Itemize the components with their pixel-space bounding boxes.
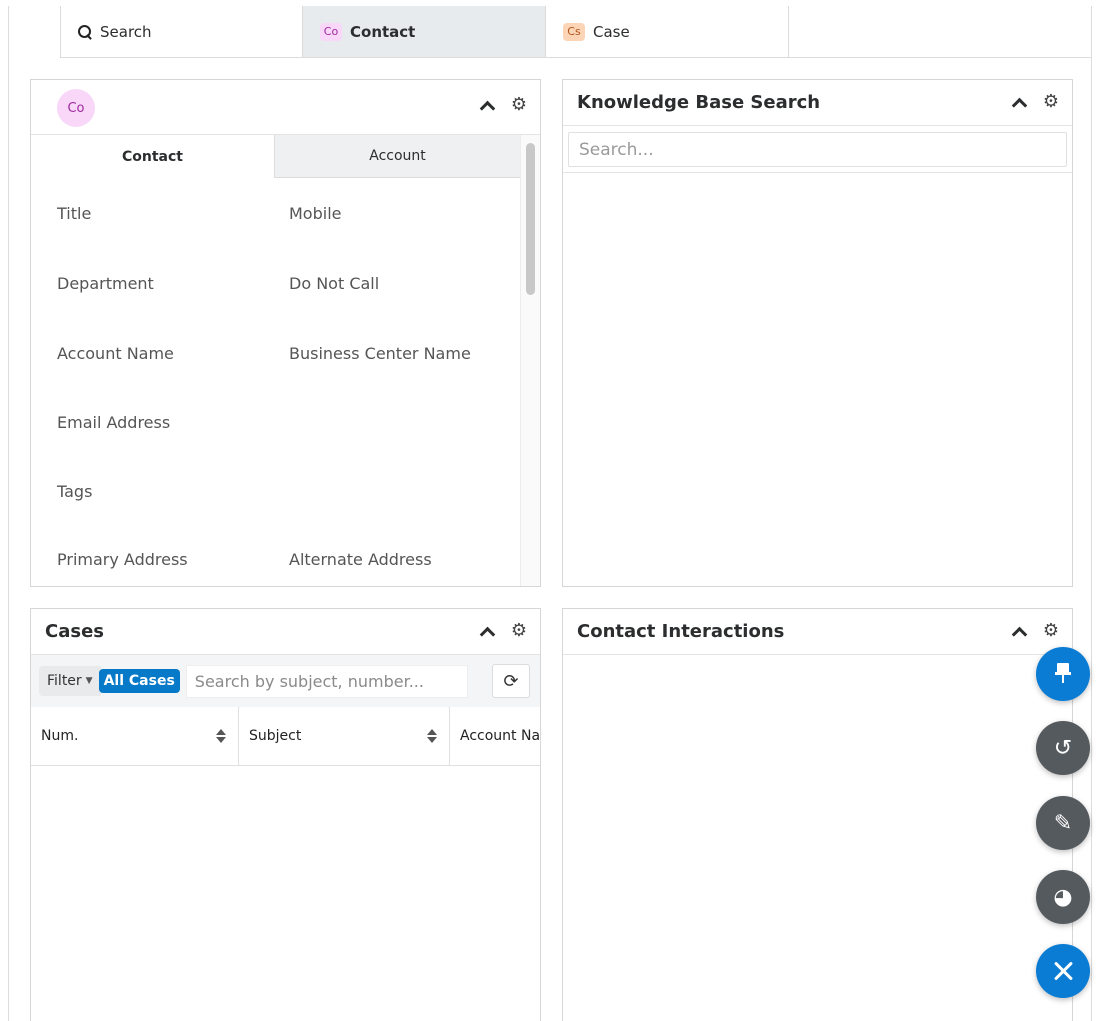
tab-case-label: Case [593,22,630,41]
divider [563,172,1072,173]
console-tabbar: Search Co Contact Cs Case [60,6,789,58]
interactions-dashlet-header: Contact Interactions ⚙ [563,609,1072,655]
cases-toolbar: Filter ▼ All Cases Search by subject, nu… [31,655,540,707]
gear-icon[interactable]: ⚙ [510,622,528,640]
close-button[interactable] [1036,944,1090,998]
kb-dashlet: Knowledge Base Search ⚙ Search... [562,79,1073,587]
column-header-account[interactable]: Account Na [450,707,540,765]
chevron-up-icon[interactable] [1010,93,1028,111]
field-label: Do Not Call [289,274,380,293]
search-icon [78,24,92,39]
refresh-icon: ⟳ [503,670,519,692]
cases-title: Cases [45,621,104,642]
column-label: Account Na [460,728,540,744]
gear-icon[interactable]: ⚙ [510,96,528,114]
chevron-up-icon[interactable] [478,622,496,640]
interactions-dashlet: Contact Interactions ⚙ [562,608,1073,1021]
kb-title: Knowledge Base Search [577,92,821,113]
subtab-account[interactable]: Account [275,135,520,178]
edit-button[interactable]: ✎ [1036,796,1090,850]
field-label: Email Address [57,413,171,432]
gear-icon[interactable]: ⚙ [1042,93,1060,111]
contact-fields: Title Mobile Department Do Not Call Acco… [31,178,540,585]
column-label: Subject [249,728,302,744]
field-label: Business Center Name [289,344,471,363]
contact-dashlet: Co ⚙ Contact Account Title Mobile Depart… [30,79,541,587]
field-label: Alternate Address [289,550,432,569]
sort-icon [216,729,226,743]
tabbar-divider [789,57,1091,58]
filter-value-pill[interactable]: All Cases [98,669,180,693]
undo-button[interactable]: ↺ [1036,721,1090,775]
field-label: Mobile [289,204,342,223]
case-badge: Cs [563,22,585,41]
field-label: Primary Address [57,550,188,569]
filter-label: Filter [47,673,82,689]
kb-dashlet-header: Knowledge Base Search ⚙ [563,80,1072,126]
close-icon [1052,960,1074,982]
subtab-contact[interactable]: Contact [31,135,275,178]
pin-button[interactable] [1036,647,1090,701]
contact-subtabs: Contact Account [31,135,540,178]
cases-table-header: Num. Subject Account Na [31,707,540,766]
interactions-title: Contact Interactions [577,621,785,642]
field-row: Email Address [57,413,497,432]
filter-dropdown[interactable]: Filter ▼ [39,666,101,696]
field-row: Department Do Not Call [57,274,497,293]
field-label: Department [57,274,154,293]
caret-down-icon: ▼ [85,676,93,686]
tab-search-label: Search [100,22,152,41]
refresh-button[interactable]: ⟳ [492,664,530,698]
field-row: Title Mobile [57,204,497,223]
tab-contact-label: Contact [350,22,416,41]
gear-icon[interactable]: ⚙ [1042,622,1060,640]
contact-badge: Co [320,22,342,41]
column-label: Num. [41,728,79,744]
cases-search-input[interactable]: Search by subject, number... [185,664,468,698]
undo-icon: ↺ [1053,735,1073,761]
avatar: Co [57,89,95,127]
scrollbar[interactable] [520,135,540,586]
tab-case[interactable]: Cs Case [546,6,789,58]
cases-dashlet-header: Cases ⚙ [31,609,540,655]
field-label: Tags [57,482,93,501]
field-label: Title [57,204,92,223]
contact-dashlet-header: Co ⚙ [31,80,540,135]
pin-icon [1053,663,1073,685]
chart-button[interactable]: ◕ [1036,870,1090,924]
kb-search-input[interactable]: Search... [568,132,1067,167]
tab-search[interactable]: Search [60,6,303,58]
column-header-subject[interactable]: Subject [239,707,450,765]
field-row: Tags [57,482,497,501]
sort-icon [427,729,437,743]
column-header-num[interactable]: Num. [31,707,239,765]
pencil-icon: ✎ [1053,810,1073,836]
field-label: Account Name [57,344,174,363]
scrollbar-thumb[interactable] [526,143,535,295]
field-row: Primary Address Alternate Address [57,550,497,569]
cases-dashlet: Cases ⚙ Filter ▼ All Cases Search by sub… [30,608,541,1021]
field-row: Account Name Business Center Name [57,344,497,363]
chevron-up-icon[interactable] [1010,622,1028,640]
chevron-up-icon[interactable] [478,96,496,114]
tab-contact[interactable]: Co Contact [303,6,546,58]
pie-chart-icon: ◕ [1053,884,1073,910]
